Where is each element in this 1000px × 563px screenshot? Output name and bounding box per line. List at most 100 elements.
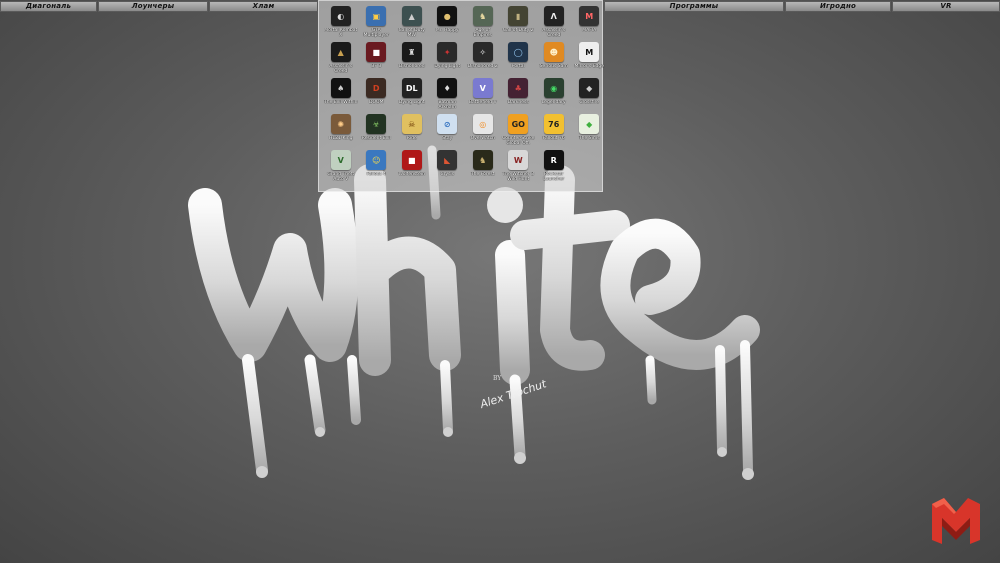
shortcut-label: Serious Sam — [539, 64, 568, 69]
mafia-icon: M — [579, 6, 600, 26]
desktop-shortcut[interactable]: ☠ Ride — [394, 113, 430, 149]
desktop-shortcut[interactable]: ◯ Portal — [501, 41, 537, 77]
batman-icon: ♦ — [437, 78, 458, 98]
gunners-icon: ☻ — [543, 42, 564, 62]
dying-light-2-icon: DL — [401, 78, 422, 98]
fence-tab[interactable]: Программы — [604, 1, 784, 12]
shortcut-label: BF 3 — [371, 64, 382, 69]
fallout-76-icon: 76 — [543, 114, 564, 134]
stay-icon: ⊘ — [437, 114, 458, 134]
shortcut-label: Dishonored — [398, 64, 425, 69]
shortcut-label: Wolfenstein — [398, 172, 425, 177]
shortcut-label: Resident Evil — [361, 136, 391, 141]
assassins-creed-2-icon: ▲ — [330, 42, 351, 62]
desktop-shortcut[interactable]: M Mirror's Edge — [572, 41, 608, 77]
shortcut-label: Mortal Kombat X — [324, 28, 358, 38]
overwatch-icon: ◎ — [472, 114, 493, 134]
dishonored-2-icon: ✧ — [472, 42, 493, 62]
shortcut-label: Crysis — [440, 172, 455, 177]
shortcut-label: The Witcher 3 Wild Hunt — [502, 172, 534, 182]
desktop-shortcut[interactable]: ▮ Call of Duty 2 — [501, 5, 537, 41]
desktop-shortcut[interactable]: M MAFIA — [572, 5, 608, 41]
shortcut-label: Ride — [406, 136, 417, 141]
desktop-shortcut[interactable]: ✦ Dying Light — [430, 41, 466, 77]
desktop-shortcut[interactable]: ■ Wolfenstein — [394, 149, 430, 185]
shortcut-label: H1Z1 King — [328, 136, 353, 141]
shortcut-label: Call of Duty MW — [398, 28, 425, 38]
desktop-shortcut[interactable]: GO Counter-Strike Global Off. — [501, 113, 537, 149]
desktop-shortcut[interactable]: ✺ H1Z1 King — [323, 113, 359, 149]
desktop-shortcut[interactable]: 76 Fallout 76 — [536, 113, 572, 149]
desktop-shortcut[interactable]: ▲ Call of Duty MW — [394, 5, 430, 41]
shortcut-label: Crossfire — [579, 100, 600, 105]
games-fence[interactable]: ◐ Mortal Kombat X ▣ GTA Multiplayer ▲ Call of… — [318, 0, 604, 192]
cod-modern-warfare-icon: ▲ — [401, 6, 422, 26]
desktop-shortcut[interactable]: ◣ Crysis — [430, 149, 466, 185]
fence-tab[interactable]: Игродно — [785, 1, 891, 12]
desktop-shortcut[interactable]: ♞ Age of Empires — [465, 5, 501, 41]
shortcut-label: Grand Theft Auto V — [327, 172, 355, 182]
desktop-shortcut[interactable]: ⊘ Stay — [430, 113, 466, 149]
league-of-legends-icon: ◉ — [543, 78, 564, 98]
shortcut-label: The Forest — [470, 172, 495, 177]
fallout-4-icon: ☺ — [366, 150, 387, 170]
desktop-shortcut[interactable]: ♠ The Evil Within — [323, 77, 359, 113]
desktop-shortcut[interactable]: Λ Assassin's Creed — [536, 5, 572, 41]
desktop-shortcut[interactable]: ☻ Serious Sam — [536, 41, 572, 77]
desktop-shortcut[interactable]: ♜ Dishonored — [394, 41, 430, 77]
gta-multiplayer-icon: ▣ — [366, 6, 387, 26]
desktop-shortcut[interactable]: ▲ Assassin's Creed — [323, 41, 359, 77]
fence-tab[interactable]: Хлам — [209, 1, 318, 12]
shortcut-label: Dishonored 2 — [467, 64, 498, 69]
shortcut-label: DOOM — [369, 100, 384, 105]
shortcut-label: Overwatch — [470, 136, 495, 141]
desktop-shortcut[interactable]: ◆ Crossfire — [572, 77, 608, 113]
desktop-shortcut[interactable]: ♞ The Forest — [465, 149, 501, 185]
desktop-shortcut[interactable]: ■ BF 3 — [359, 41, 395, 77]
desktop-shortcut[interactable]: V Battlefield V — [465, 77, 501, 113]
desktop-shortcut[interactable]: ✧ Dishonored 2 — [465, 41, 501, 77]
mortal-kombat-icon: ◐ — [330, 6, 351, 26]
shortcut-label: Mirror's Edge — [574, 64, 605, 69]
desktop-shortcut[interactable]: ◆ The Sims — [572, 113, 608, 149]
the-sims-icon: ◆ — [579, 114, 600, 134]
desktop-shortcut[interactable]: ♦ Batman Arkham — [430, 77, 466, 113]
doom-icon: D — [366, 78, 387, 98]
shortcut-label: Fallout 4 — [366, 172, 386, 177]
desktop-shortcut[interactable]: V Grand Theft Auto V — [323, 149, 359, 185]
fence-tab[interactable]: VR — [892, 1, 1000, 12]
desktop-shortcut[interactable]: R Rockstar Launcher — [536, 149, 572, 185]
shortcut-label: MAFIA — [582, 28, 597, 33]
ride-icon: ☠ — [401, 114, 422, 134]
desktop-shortcut[interactable]: ◎ Overwatch — [465, 113, 501, 149]
shortcut-label: The Evil Within — [323, 100, 358, 105]
shortcut-label: Batman Arkham — [438, 100, 457, 110]
desktop-shortcut[interactable]: W The Witcher 3 Wild Hunt — [501, 149, 537, 185]
fence-tab[interactable]: Диагональ — [0, 1, 97, 12]
fence-tab[interactable]: Лоунчеры — [98, 1, 208, 12]
desktop-shortcut[interactable]: DL Dying Light — [394, 77, 430, 113]
call-of-duty-icon: ▮ — [508, 6, 529, 26]
desktop-shortcut[interactable]: ◐ Mortal Kombat X — [323, 5, 359, 41]
desktop-shortcut[interactable]: ☺ Fallout 4 — [359, 149, 395, 185]
dishonored-icon: ♜ — [401, 42, 422, 62]
assassins-creed-icon: Λ — [543, 6, 564, 26]
witcher-icon: W — [508, 150, 529, 170]
desktop-shortcut[interactable]: ◉ Legendary — [536, 77, 572, 113]
desktop-shortcut[interactable]: ▣ GTA Multiplayer — [359, 5, 395, 41]
shortcut-label: Assassin's Creed — [542, 28, 566, 38]
shortcut-label: Counter-Strike Global Off. — [502, 136, 535, 146]
shortcut-label: Age of Empires — [473, 28, 492, 38]
rockstar-icon: R — [543, 150, 564, 170]
white-lettering — [188, 164, 760, 385]
shortcut-label: The Sims — [578, 136, 600, 141]
shortcut-label: GTA Multiplayer — [363, 28, 389, 38]
desktop-shortcut[interactable]: ☣ Resident Evil — [359, 113, 395, 149]
desktop-shortcut[interactable]: ● Mr. Happy — [430, 5, 466, 41]
dying-light-icon: ✦ — [437, 42, 458, 62]
shortcut-label: Rockstar Launcher — [543, 172, 565, 182]
desktop-shortcut[interactable]: D DOOM — [359, 77, 395, 113]
desktop-shortcut[interactable]: ♣ Darkness — [501, 77, 537, 113]
csgo-icon: GO — [508, 114, 529, 134]
vega-icon: V — [472, 78, 493, 98]
